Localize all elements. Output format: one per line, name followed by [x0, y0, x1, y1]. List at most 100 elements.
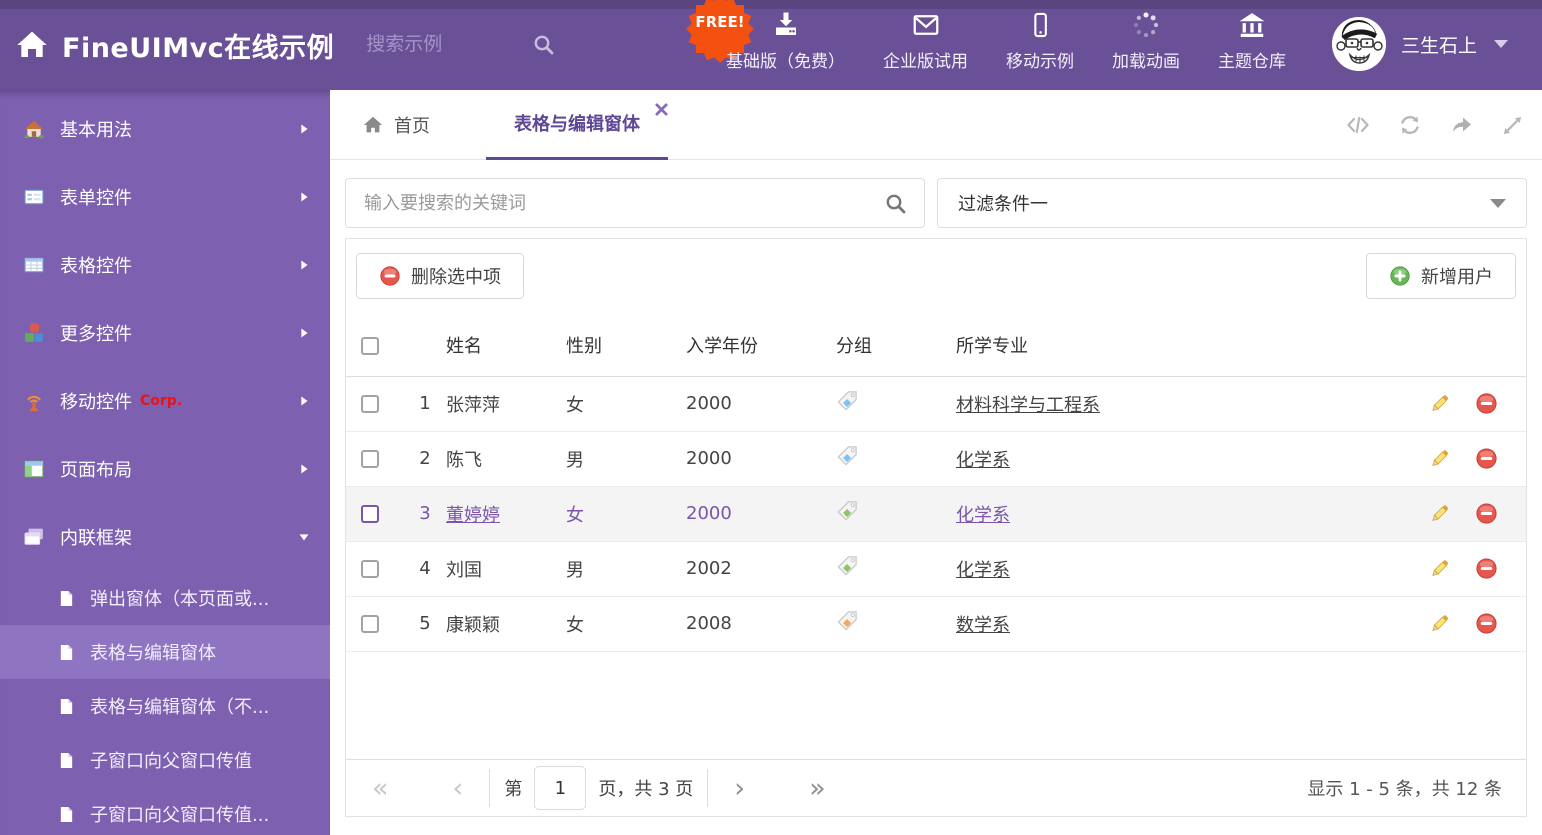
- select-all-checkbox[interactable]: [361, 336, 379, 355]
- major-link[interactable]: 数学系: [956, 615, 1010, 636]
- delete-selected-button[interactable]: 删除选中项: [356, 253, 524, 299]
- sidebar-subitem-child-to-parent[interactable]: 子窗口向父窗口传值: [0, 733, 330, 787]
- sidebar-item-page-layout[interactable]: 页面布局: [0, 435, 330, 503]
- users-table: 姓名 性别 入学年份 分组 所学专业 1 张萍萍 女 2000 材料科学与工程系: [346, 315, 1526, 652]
- major-link[interactable]: 化学系: [956, 560, 1010, 581]
- sidebar-item-more-controls[interactable]: 更多控件: [0, 299, 330, 367]
- avatar[interactable]: [1331, 17, 1386, 71]
- first-page-button[interactable]: «: [360, 775, 401, 802]
- name-cell: 康颖颖: [446, 614, 500, 636]
- table-row[interactable]: 2 陈飞 男 2000 化学系: [346, 431, 1526, 487]
- grid-panel: 删除选中项 新增用户 姓名 性别 入学年份 分组 所学专业 1 张萍萍 女 20…: [345, 238, 1527, 817]
- search-icon[interactable]: [532, 33, 556, 57]
- share-icon[interactable]: [1449, 113, 1474, 137]
- sidebar-item-form-controls[interactable]: 表单控件: [0, 163, 330, 231]
- page-suffix-label: 页，共 3 页: [598, 779, 694, 800]
- tag-icon: [836, 555, 859, 578]
- filter-dropdown[interactable]: 过滤条件一: [937, 178, 1527, 228]
- gender-cell: 女: [566, 596, 686, 652]
- sidebar-item-basic-usage[interactable]: 基本用法: [0, 95, 330, 163]
- file-icon: [58, 752, 75, 769]
- cubes-icon: [25, 323, 43, 342]
- table-row[interactable]: 5 康颖颖 女 2008 数学系: [346, 596, 1526, 652]
- edit-icon[interactable]: [1428, 502, 1451, 525]
- edit-icon[interactable]: [1428, 447, 1451, 470]
- grid-toolbar: 删除选中项 新增用户: [346, 239, 1526, 315]
- next-page-button[interactable]: ›: [722, 775, 757, 802]
- row-checkbox[interactable]: [361, 560, 379, 578]
- main-content: 首页 表格与编辑窗体 输入要搜索的关键词 过滤条件一 删除选中项 新增用户 姓名…: [330, 90, 1542, 835]
- year-column-header: 入学年份: [686, 315, 836, 377]
- user-name: 三生石上: [1400, 34, 1477, 57]
- tag-icon: [836, 500, 859, 523]
- row-checkbox[interactable]: [361, 450, 379, 468]
- file-icon: [58, 806, 75, 823]
- brand[interactable]: FineUIMvc在线示例: [16, 26, 334, 65]
- sidebar-item-grid-controls[interactable]: 表格控件: [0, 231, 330, 299]
- edit-icon[interactable]: [1428, 392, 1451, 415]
- add-user-button[interactable]: 新增用户: [1366, 253, 1516, 299]
- close-icon[interactable]: [655, 102, 668, 116]
- sidebar-subitem-grid-edit-window[interactable]: 表格与编辑窗体: [0, 625, 330, 679]
- major-link[interactable]: 材料科学与工程系: [956, 395, 1100, 416]
- search-icon[interactable]: [884, 192, 908, 216]
- index-column-header: [404, 315, 446, 377]
- windows-icon: [24, 528, 43, 545]
- year-cell: 2000: [686, 376, 836, 432]
- delete-icon[interactable]: [1475, 612, 1498, 635]
- table-row[interactable]: 4 刘国 男 2002 化学系: [346, 541, 1526, 597]
- header-search-input[interactable]: [366, 34, 517, 56]
- user-menu[interactable]: 三生石上: [1331, 17, 1508, 71]
- major-link[interactable]: 化学系: [956, 505, 1010, 526]
- minus-circle-icon: [379, 265, 401, 287]
- nav-loading-animations[interactable]: 加载动画: [1112, 10, 1180, 72]
- table-header-row: 姓名 性别 入学年份 分组 所学专业: [346, 315, 1526, 377]
- prev-page-button[interactable]: ‹: [441, 775, 476, 802]
- sidebar-item-inline-frame[interactable]: 内联框架: [0, 503, 330, 571]
- row-checkbox[interactable]: [361, 395, 379, 413]
- chevron-right-icon: [296, 257, 312, 273]
- smartphone-icon: [1034, 12, 1047, 38]
- tab-home[interactable]: 首页: [362, 112, 430, 138]
- name-cell: 刘国: [446, 559, 482, 581]
- nav-theme-repo[interactable]: 主题仓库: [1218, 10, 1286, 72]
- page-prefix-label: 第: [504, 779, 523, 800]
- expand-icon[interactable]: [1501, 114, 1524, 137]
- row-index: 4: [404, 541, 446, 597]
- nav-basic-edition[interactable]: 基础版（免费）: [726, 10, 845, 72]
- major-link[interactable]: 化学系: [956, 450, 1010, 471]
- sidebar-subitem-grid-edit-window-2[interactable]: 表格与编辑窗体（不...: [0, 679, 330, 733]
- delete-icon[interactable]: [1475, 557, 1498, 580]
- envelope-icon: [913, 15, 938, 35]
- name-cell: 张萍萍: [446, 394, 500, 416]
- corp-badge: Corp.: [140, 393, 183, 409]
- row-checkbox[interactable]: [361, 615, 379, 633]
- page-number-input[interactable]: [534, 766, 587, 810]
- table-row[interactable]: 3 董婷婷 女 2000 化学系: [346, 486, 1526, 542]
- refresh-icon[interactable]: [1398, 113, 1422, 137]
- sidebar-item-mobile-controls[interactable]: 移动控件 Corp.: [0, 367, 330, 435]
- keyword-search-box: [345, 178, 925, 228]
- year-cell: 2002: [686, 541, 836, 597]
- keyword-search-input[interactable]: [346, 179, 924, 227]
- last-page-button[interactable]: »: [797, 775, 838, 802]
- delete-icon[interactable]: [1475, 392, 1498, 415]
- sidebar-subitem-child-to-parent-2[interactable]: 子窗口向父窗口传值...: [0, 787, 330, 835]
- delete-icon[interactable]: [1475, 502, 1498, 525]
- nav-enterprise-trial[interactable]: 企业版试用: [883, 10, 968, 72]
- nav-mobile-demo[interactable]: 移动示例: [1006, 10, 1074, 72]
- file-icon: [58, 590, 75, 607]
- source-code-icon[interactable]: [1345, 113, 1371, 137]
- row-checkbox[interactable]: [361, 505, 379, 523]
- delete-icon[interactable]: [1475, 447, 1498, 470]
- edit-icon[interactable]: [1428, 612, 1451, 635]
- gender-cell: 男: [566, 431, 686, 487]
- table-row[interactable]: 1 张萍萍 女 2000 材料科学与工程系: [346, 376, 1526, 432]
- tab-grid-edit-window[interactable]: 表格与编辑窗体: [486, 90, 668, 160]
- filter-row: 过滤条件一: [330, 160, 1542, 228]
- sidebar: 基本用法 表单控件 表格控件 更多控件 移动控件 Corp. 页面布局 内联框架…: [0, 90, 330, 835]
- name-cell: 陈飞: [446, 449, 482, 471]
- sidebar-subitem-popup-window[interactable]: 弹出窗体（本页面或...: [0, 571, 330, 625]
- edit-icon[interactable]: [1428, 557, 1451, 580]
- layout-icon: [24, 460, 44, 478]
